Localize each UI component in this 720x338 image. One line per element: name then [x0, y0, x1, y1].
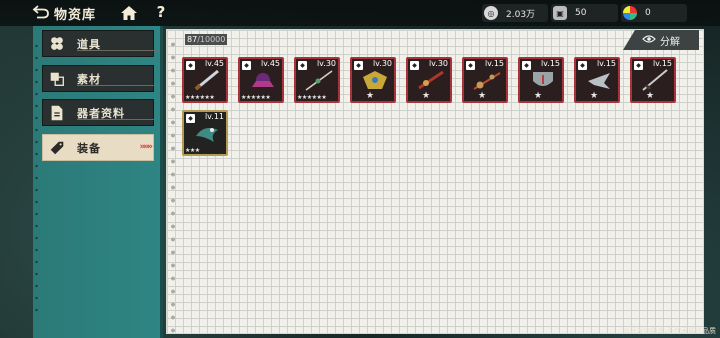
coin-icon: ◎ — [484, 6, 498, 20]
currency-ticket-value: 50 — [575, 8, 587, 18]
inventory-panel: 87/10000 分解 ◆ lv.45 ★★★★★★ ◆ lv.45 ★★★★★★ ◆ lv.… — [166, 29, 704, 334]
equipment-item[interactable]: ◆ lv.30 ★ — [350, 57, 396, 103]
item-level: lv.45 — [260, 59, 280, 68]
item-stars: ★★★ — [185, 147, 200, 154]
equipment-art-icon — [305, 70, 333, 91]
item-stars: ★★★★★★ — [297, 94, 327, 101]
item-level: lv.45 — [204, 59, 224, 68]
currency-coin-value: 2.03万 — [506, 9, 536, 20]
item-level: lv.30 — [428, 59, 448, 68]
item-level: lv.15 — [484, 59, 504, 68]
item-stars: ★★★★★★ — [185, 94, 215, 101]
equipment-item[interactable]: ◆ lv.15 ★ — [574, 57, 620, 103]
decompose-button[interactable]: 分解 — [623, 30, 699, 50]
help-button[interactable]: ? — [154, 3, 168, 23]
paper-binding-holes — [169, 38, 177, 334]
materials-icon — [47, 69, 67, 89]
capacity-counter: 87/10000 — [185, 34, 228, 45]
tab-props[interactable]: 道具 — [42, 30, 157, 57]
item-stars: ★ — [366, 91, 375, 101]
equipment-item[interactable]: ◆ lv.11 ★★★ — [182, 110, 228, 156]
capacity-current: 87 — [187, 35, 198, 44]
item-stars: ★ — [646, 91, 655, 101]
equipment-item[interactable]: ◆ lv.15 ★ — [462, 57, 508, 103]
equipment-item[interactable]: ◆ lv.15 ★ — [630, 57, 676, 103]
equipment-art-icon — [194, 69, 219, 91]
equipment-item[interactable]: ◆ lv.30 ★★★★★★ — [294, 57, 340, 103]
back-button[interactable]: 物资库 — [32, 3, 96, 23]
ticket-icon: ▣ — [553, 6, 567, 20]
equipment-art-icon — [473, 72, 501, 90]
item-stars: ★ — [534, 91, 543, 101]
item-level: lv.15 — [540, 59, 560, 68]
dev-version-note: ※开发中版本,不代表最终品质 — [622, 327, 716, 335]
gem-icon — [623, 6, 637, 20]
equipment-art-icon — [418, 70, 444, 90]
currency-coin[interactable]: ◎ 2.03万 — [482, 4, 548, 22]
active-tab-arrows: »»» — [139, 142, 154, 152]
item-level: lv.15 — [652, 59, 672, 68]
equipment-art-icon — [642, 69, 668, 91]
equipment-icon — [47, 138, 67, 158]
equipment-art-icon — [252, 73, 274, 87]
tab-materials[interactable]: 素材 — [42, 65, 157, 92]
item-level: lv.15 — [596, 59, 616, 68]
item-stars: ★ — [590, 91, 599, 101]
tab-equipment-label: 装备 — [77, 141, 101, 155]
currency-ticket[interactable]: ▣ 50 — [551, 4, 618, 22]
equipment-art-icon — [533, 72, 553, 86]
top-bar: 物资库 ? ◎ 2.03万 ▣ 50 0 — [0, 0, 720, 26]
sidebar-binding-dots — [35, 40, 38, 320]
eye-icon — [642, 34, 656, 47]
item-level: lv.11 — [204, 112, 224, 121]
equipment-item[interactable]: ◆ lv.15 ★ — [518, 57, 564, 103]
page-title: 物资库 — [54, 7, 97, 23]
tab-underline — [77, 119, 157, 120]
item-stars: ★★★★★★ — [241, 94, 271, 101]
tab-underline — [77, 85, 157, 86]
decompose-label: 分解 — [660, 36, 680, 48]
currency-gem-value: 0 — [645, 8, 651, 18]
equipment-item[interactable]: ◆ lv.45 ★★★★★★ — [238, 57, 284, 103]
home-button[interactable] — [120, 5, 138, 21]
props-icon — [47, 34, 67, 54]
capacity-max: /10000 — [197, 35, 226, 44]
back-arrow-icon — [32, 4, 50, 23]
item-level: lv.30 — [316, 59, 336, 68]
tab-equipment[interactable]: 装备 »»» — [42, 134, 154, 161]
equipment-art-icon — [196, 128, 218, 142]
currency-gem[interactable]: 0 — [621, 4, 687, 22]
item-stars: ★ — [422, 91, 431, 101]
item-stars: ★ — [478, 91, 487, 101]
equipment-art-icon — [363, 71, 387, 89]
item-level: lv.30 — [372, 59, 392, 68]
equipment-item[interactable]: ◆ lv.45 ★★★★★★ — [182, 57, 228, 103]
tab-profile[interactable]: 器者资料 — [42, 99, 157, 126]
profile-icon — [47, 103, 67, 123]
home-icon — [121, 6, 137, 20]
tab-underline — [77, 50, 157, 51]
equipment-item[interactable]: ◆ lv.30 ★ — [406, 57, 452, 103]
equipment-art-icon — [588, 73, 610, 89]
